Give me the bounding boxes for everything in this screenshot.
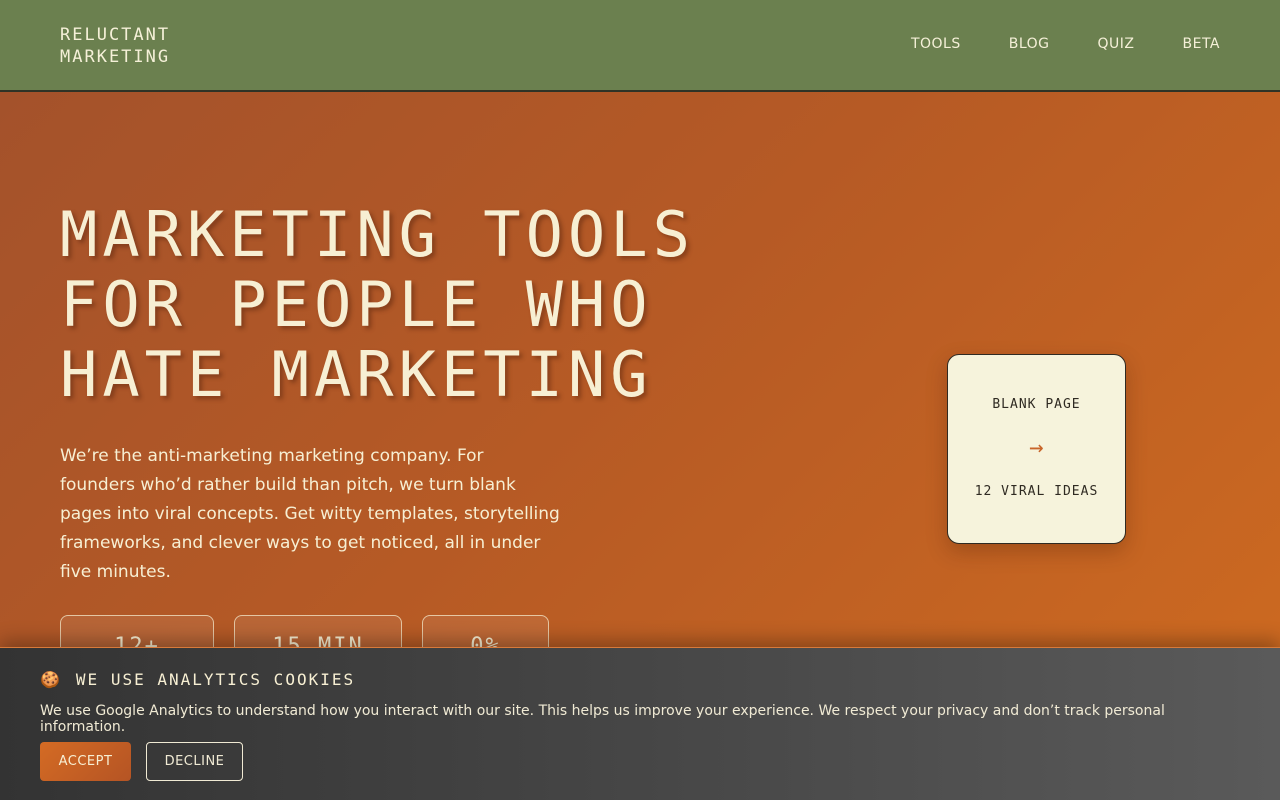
- logo-line-2: MARKETING: [60, 47, 171, 67]
- logo[interactable]: RELUCTANT MARKETING: [60, 24, 170, 68]
- card-to-label: 12 VIRAL IDEAS: [974, 484, 1099, 499]
- cookie-description: We use Google Analytics to understand ho…: [40, 703, 1165, 735]
- headline-line-3: HATE MARKETING: [60, 338, 653, 411]
- hero-lead-text: We’re the anti-marketing marketing compa…: [60, 446, 560, 582]
- card-from-label: BLANK PAGE: [992, 397, 1081, 412]
- cookie-banner: 🍪 WE USE ANALYTICS COOKIES We use Google…: [0, 647, 1280, 800]
- nav-blog[interactable]: BLOG: [1009, 36, 1050, 52]
- decline-button[interactable]: DECLINE: [146, 742, 243, 781]
- transform-card: BLANK PAGE → 12 VIRAL IDEAS: [947, 354, 1126, 544]
- main-nav: TOOLS BLOG QUIZ BETA: [863, 36, 1220, 52]
- logo-line-1: RELUCTANT: [60, 25, 171, 45]
- arrow-right-icon: →: [1029, 433, 1044, 461]
- nav-quiz[interactable]: QUIZ: [1098, 36, 1135, 52]
- hero-headline: MARKETING TOOLS FOR PEOPLE WHO HATE MARK…: [60, 200, 695, 410]
- accept-button[interactable]: ACCEPT: [40, 742, 131, 781]
- cookie-icon: 🍪: [40, 670, 62, 689]
- headline-line-1: MARKETING TOOLS: [60, 198, 695, 271]
- nav-beta[interactable]: BETA: [1183, 36, 1221, 52]
- site-header: RELUCTANT MARKETING TOOLS BLOG QUIZ BETA: [0, 0, 1280, 92]
- headline-line-2: FOR PEOPLE WHO: [60, 268, 653, 341]
- cookie-banner-title: 🍪 WE USE ANALYTICS COOKIES: [40, 670, 355, 689]
- cookie-title-text: WE USE ANALYTICS COOKIES: [75, 670, 356, 689]
- nav-tools[interactable]: TOOLS: [911, 36, 961, 52]
